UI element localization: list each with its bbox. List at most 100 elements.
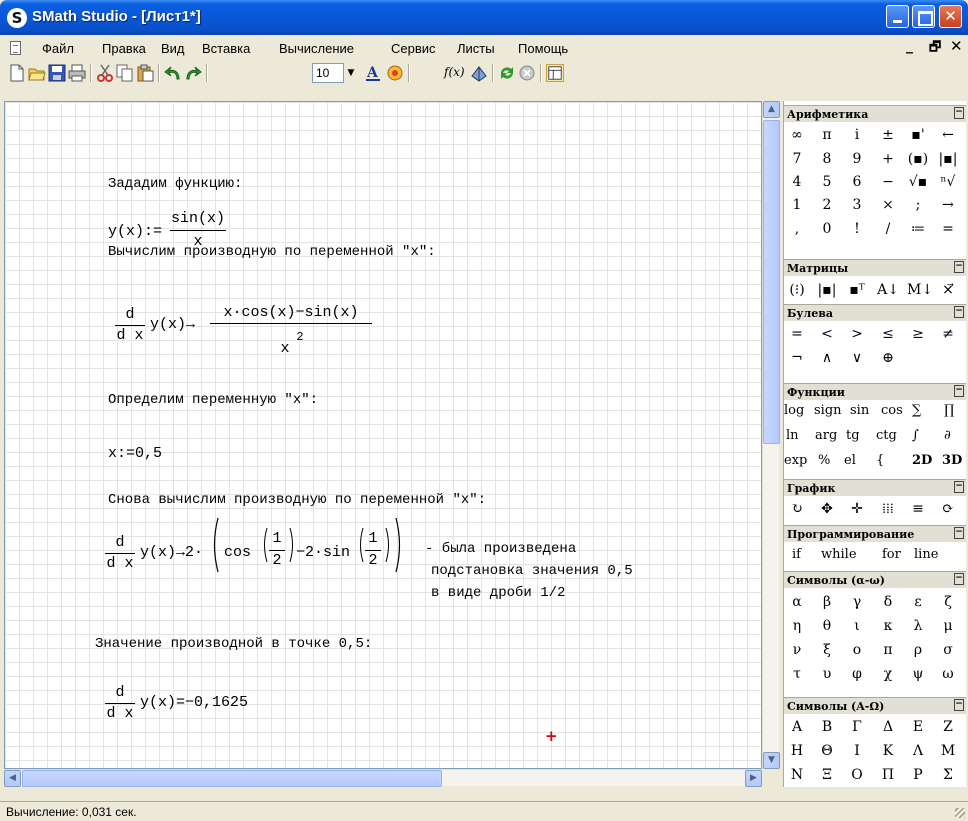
derivative2-lhs[interactable]: y(x)→2· [140,544,203,561]
panel-symbol-button[interactable]: 1 [786,194,808,216]
panel-symbol-button[interactable]: Ξ [816,764,838,786]
panel-symbol-button[interactable]: Ν [786,764,808,786]
derivative-value-result[interactable]: y(x)=−0,1625 [140,694,248,711]
panel-symbol-button[interactable]: → [937,194,959,216]
menu-view[interactable]: Вид [161,41,185,56]
panel-symbol-button[interactable]: ∧ [816,347,838,369]
panel-symbol-button[interactable]: ⟳ [937,498,959,520]
collapse-icon[interactable]: − [954,481,964,493]
panel-symbol-button[interactable]: φ [846,663,868,685]
doc-minimize-button[interactable]: _ [906,38,913,54]
panel-symbol-button[interactable]: 9 [846,148,868,170]
panel-arithmetic-header[interactable]: Арифметика − [784,105,966,122]
panel-symbol-button[interactable]: (⁝) [786,279,808,301]
panel-symbol-button[interactable]: A↓ [877,279,899,301]
panel-symbol-button[interactable]: + [877,148,899,170]
panel-symbol-button[interactable]: ο [846,639,868,661]
comment-define-variable[interactable]: Определим переменную "x": [108,392,318,408]
panel-function-button[interactable]: ∂ [944,428,951,443]
app-icon[interactable]: S [7,8,27,28]
panel-symbol-button[interactable]: υ [816,663,838,685]
panel-symbol-button[interactable]: ≠ [937,323,959,345]
panel-symbol-button[interactable]: (▪) [907,148,929,170]
vertical-scroll-thumb[interactable] [763,120,780,444]
panel-symbol-button[interactable]: δ [877,591,899,613]
panel-symbol-button[interactable]: ← [937,124,959,146]
panel-boolean-header[interactable]: Булева − [784,304,966,321]
collapse-icon[interactable]: − [954,261,964,273]
chevron-down-icon[interactable]: ▼ [344,63,358,83]
save-icon[interactable] [48,64,66,82]
panel-symbol-button[interactable]: Θ [816,740,838,762]
panel-symbol-button[interactable]: Γ [846,716,868,738]
panel-symbol-button[interactable]: Ε [907,716,929,738]
comment-compute-again[interactable]: Снова вычислим производную по переменной… [108,492,486,508]
copy-icon[interactable] [116,64,134,82]
menu-edit[interactable]: Правка [102,41,146,56]
panel-symbol-button[interactable]: Σ [937,764,959,786]
panel-symbol-button[interactable]: ¬ [786,347,808,369]
panel-symbol-button[interactable]: = [786,323,808,345]
function-definition-lhs[interactable]: y(x):= [108,223,162,240]
font-size-input[interactable]: 10 [312,63,344,83]
scroll-right-icon[interactable]: ▶ [745,770,762,787]
panel-symbol-button[interactable]: |▪| [937,148,959,170]
panel-symbol-button[interactable]: ✛ [846,498,868,520]
panel-symbol-button[interactable]: ▪' [907,124,929,146]
panel-symbol-button[interactable]: ζ [937,591,959,613]
panel-symbol-button[interactable]: Ρ [907,764,929,786]
panel-toggle-icon[interactable] [546,64,564,82]
panel-greek-lower-header[interactable]: Символы (α-ω) − [784,571,966,588]
close-button[interactable]: ✕ [939,5,962,28]
panel-symbol-button[interactable]: Ο [846,764,868,786]
panel-symbol-button[interactable]: ; [907,194,929,216]
horizontal-scroll-thumb[interactable] [22,770,442,787]
menu-help[interactable]: Помощь [518,41,568,56]
panel-symbol-button[interactable]: ∞ [786,124,808,146]
panel-symbol-button[interactable]: ×⃗ [937,279,959,301]
insert-function-button[interactable]: f(x) [444,65,465,79]
cut-icon[interactable] [96,64,114,82]
font-color-icon[interactable]: A [364,64,382,82]
panel-symbol-button[interactable]: |▪| [816,279,838,301]
collapse-icon[interactable]: − [954,306,964,318]
panel-symbol-button[interactable]: ε [907,591,929,613]
panel-symbol-button[interactable]: ⁿ√ [937,171,959,193]
panel-symbol-button[interactable]: μ [937,615,959,637]
panel-symbol-button[interactable]: ≤ [877,323,899,345]
panel-symbol-button[interactable]: ≡ [907,498,929,520]
panel-symbol-button[interactable]: ≔ [907,218,929,240]
panel-symbol-button[interactable]: η [786,615,808,637]
panel-symbol-button[interactable]: θ [816,615,838,637]
panel-symbol-button[interactable]: ι [846,615,868,637]
panel-symbol-button[interactable]: Δ [877,716,899,738]
panel-symbol-button[interactable]: 5 [816,171,838,193]
panel-symbol-button[interactable]: > [846,323,868,345]
comment-define-function[interactable]: Зададим функцию: [108,176,242,192]
panel-function-button[interactable]: ctg [876,428,897,443]
menu-calculate[interactable]: Вычисление [279,41,354,56]
panel-symbol-button[interactable]: γ [846,591,868,613]
doc-close-button[interactable]: ✕ [950,37,963,55]
comment-compute-derivative[interactable]: Вычислим производную по переменной "x": [108,244,436,260]
document-icon[interactable] [10,41,21,55]
panel-symbol-button[interactable]: ⊕ [877,347,899,369]
panel-symbol-button[interactable]: ∨ [846,347,868,369]
scroll-down-icon[interactable]: ▼ [763,752,780,769]
panel-symbol-button[interactable]: Ι [846,740,868,762]
panel-programming-button[interactable]: for [882,547,901,562]
print-icon[interactable] [68,64,86,82]
collapse-icon[interactable]: − [954,107,964,119]
maximize-button[interactable] [912,5,935,28]
panel-symbol-button[interactable]: ρ [907,639,929,661]
panel-function-button[interactable]: log [784,403,804,418]
panel-symbol-button[interactable]: Μ [937,740,959,762]
stop-icon[interactable] [518,64,536,82]
panel-symbol-button[interactable]: α [786,591,808,613]
panel-symbol-button[interactable]: 7 [786,148,808,170]
panel-graph-header[interactable]: График − [784,479,966,496]
doc-restore-button[interactable]: 🗗 [929,38,941,60]
panel-symbol-button[interactable]: 3 [846,194,868,216]
panel-symbol-button[interactable]: Κ [877,740,899,762]
panel-symbol-button[interactable]: − [877,171,899,193]
